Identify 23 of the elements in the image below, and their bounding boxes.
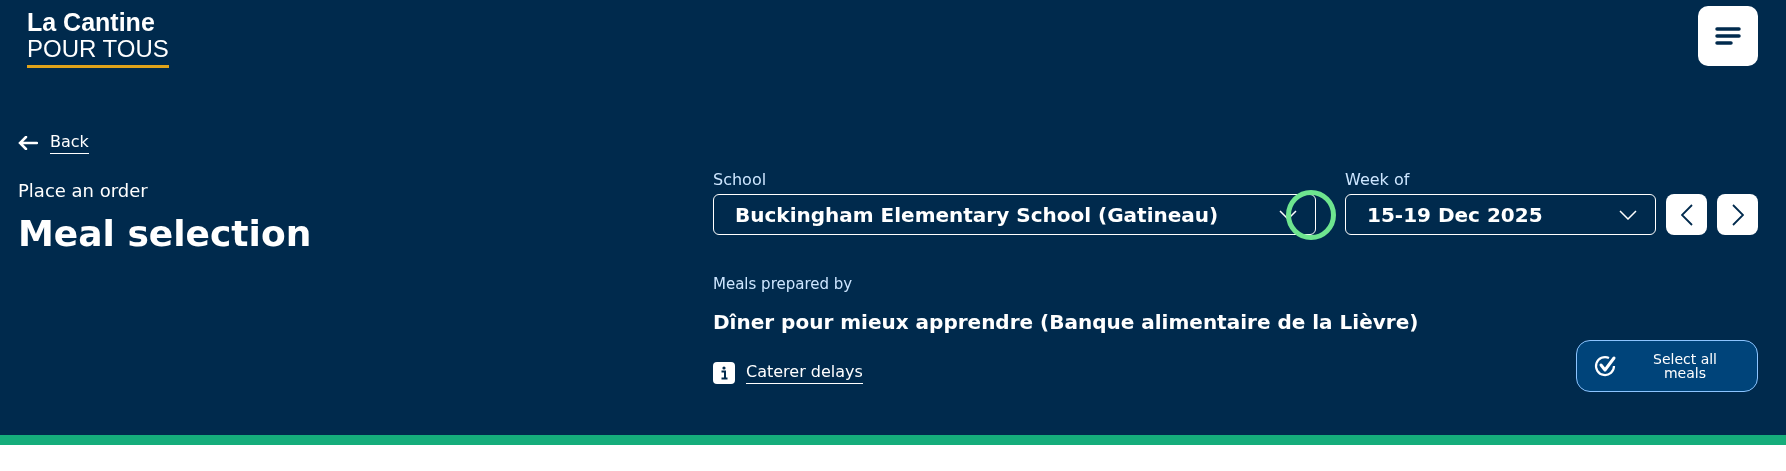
page-title: Meal selection (18, 213, 313, 254)
chevron-left-icon (1680, 203, 1693, 226)
caterer-delays-link[interactable]: Caterer delays (746, 362, 863, 384)
field-label: Week of (1345, 170, 1411, 189)
field-label: School (713, 170, 768, 189)
back-link-text[interactable]: Back (50, 132, 89, 154)
caterer-label: Meals prepared by (713, 275, 854, 293)
info-icon (713, 362, 735, 384)
arrow-left-icon (18, 136, 38, 150)
previous-week-button[interactable] (1666, 194, 1707, 235)
chevron-right-icon (1731, 203, 1744, 226)
school-select[interactable]: Buckingham Elementary School (Gatineau) (713, 194, 1316, 235)
back-link[interactable]: Back (18, 132, 1758, 154)
chevron-down-icon (1619, 209, 1637, 220)
page-subtitle: Place an order (18, 180, 149, 201)
menu-button[interactable] (1698, 6, 1758, 66)
next-week-button[interactable] (1717, 194, 1758, 235)
caterer-name: Dîner pour mieux apprendre (Banque alimentaire de la Lièvre) (713, 310, 1419, 334)
chevron-down-icon (1279, 209, 1297, 220)
week-select[interactable]: 15-19 Dec 2025 (1345, 194, 1656, 235)
select-all-button[interactable]: Select all meals (1576, 340, 1758, 392)
logo[interactable]: La Cantine POUR TOUS (27, 10, 169, 68)
menu-icon (1715, 26, 1741, 46)
